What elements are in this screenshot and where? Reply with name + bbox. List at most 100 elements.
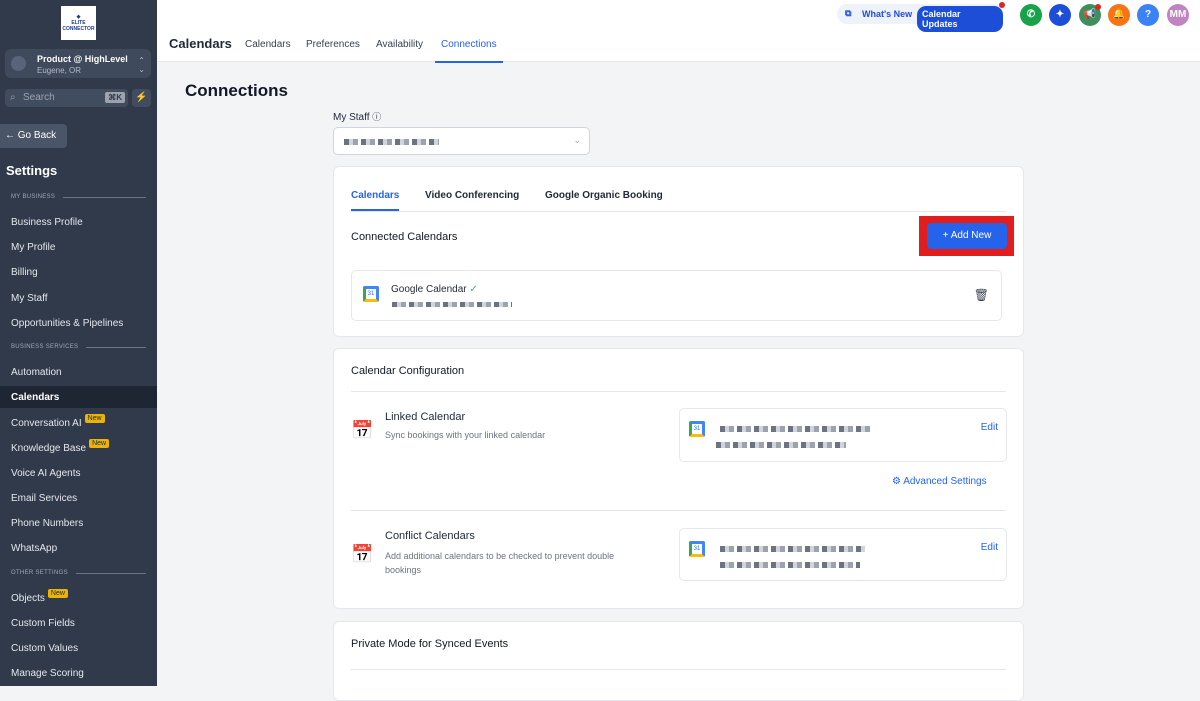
sidebar-item-label: My Staff	[11, 293, 48, 304]
check-icon: ✓	[469, 284, 478, 295]
bell-icon[interactable]: 🔔	[1108, 4, 1130, 26]
linked-calendar-box: 31 Edit	[679, 408, 1007, 462]
trash-icon[interactable]: 🗑	[974, 288, 989, 302]
sidebar-item-label: WhatsApp	[11, 543, 58, 554]
sidebar-item-phone-numbers[interactable]: Phone Numbers	[0, 512, 157, 534]
phone-icon[interactable]: ✆	[1020, 4, 1042, 26]
search-placeholder: Search	[23, 92, 55, 103]
add-new-button[interactable]: + Add New	[927, 223, 1007, 249]
google-calendar-connection: 31 Google Calendar ✓ 🗑	[351, 270, 1002, 321]
edit-linked-calendar-link[interactable]: Edit	[981, 422, 998, 433]
whats-new-button[interactable]: ⧉ What's New Calendar Updates	[837, 2, 1005, 32]
chevron-down-icon: ⌄	[573, 135, 581, 145]
sidebar-item-label: My Profile	[11, 242, 56, 253]
sidebar-item-label: Voice AI Agents	[11, 468, 81, 479]
sidebar-item-conversation-ai[interactable]: Conversation AI New	[0, 412, 157, 434]
redacted-email	[392, 302, 512, 307]
sidebar-item-business-profile[interactable]: Business Profile	[0, 211, 157, 233]
google-calendar-icon: 31	[689, 421, 705, 437]
redacted-calendar	[720, 546, 865, 552]
new-badge: New	[47, 589, 68, 598]
google-calendar-icon: 31	[689, 541, 705, 557]
user-avatar[interactable]: MM	[1167, 4, 1189, 26]
tab-video-conferencing[interactable]: Video Conferencing	[425, 190, 519, 201]
sidebar-item-label: Phone Numbers	[11, 518, 84, 529]
divider	[351, 510, 1006, 511]
sidebar-item-label: Business Profile	[11, 217, 83, 228]
staff-select[interactable]: ⌄	[333, 127, 590, 155]
calendar-star-icon: 📅	[351, 420, 374, 440]
sidebar-item-label: Manage Scoring	[11, 668, 84, 679]
edit-conflict-calendar-link[interactable]: Edit	[981, 542, 998, 553]
conflict-calendars-desc: Add additional calendars to be checked t…	[385, 551, 615, 575]
new-badge: New	[89, 439, 110, 448]
announcement-icon: ⧉	[845, 8, 852, 18]
sidebar-item-my-profile[interactable]: My Profile	[0, 236, 157, 258]
linked-calendar-title: Linked Calendar	[385, 411, 466, 423]
sidebar-item-objects[interactable]: Objects New	[0, 587, 157, 609]
page-title: Connections	[185, 81, 288, 100]
sidebar-item-label: Automation	[11, 367, 62, 378]
ai-sparkle-icon[interactable]: ✦	[1049, 4, 1071, 26]
notification-dot	[999, 2, 1005, 8]
sidebar-item-custom-fields[interactable]: Custom Fields	[0, 612, 157, 634]
help-icon[interactable]: ?	[1137, 4, 1159, 26]
megaphone-icon[interactable]: 📢	[1079, 4, 1101, 26]
google-calendar-icon: 31	[363, 286, 379, 302]
new-badge: New	[84, 414, 105, 423]
search-input[interactable]: ⌕ Search ⌘K	[5, 89, 128, 107]
whats-new-label: What's New	[862, 9, 913, 19]
sidebar-item-label: Billing	[11, 267, 38, 278]
section-business-services: BUSINESS SERVICES	[11, 344, 146, 350]
sidebar-item-label: Opportunities & Pipelines	[11, 318, 124, 329]
divider	[351, 391, 1006, 392]
sidebar-item-my-staff[interactable]: My Staff	[0, 287, 157, 309]
go-back-label: Go Back	[17, 130, 57, 141]
tab-connections[interactable]: Connections	[435, 39, 503, 63]
conflict-calendars-title: Conflict Calendars	[385, 530, 475, 542]
section-my-business: MY BUSINESS	[11, 194, 146, 200]
quick-action-bolt-icon[interactable]: ⚡	[132, 89, 151, 107]
tab-preferences[interactable]: Preferences	[306, 39, 360, 50]
advanced-settings-link[interactable]: ⚙ Advanced Settings	[892, 476, 987, 487]
sidebar-item-whatsapp[interactable]: WhatsApp	[0, 537, 157, 559]
divider	[351, 669, 1006, 670]
sidebar-item-manage-scoring[interactable]: Manage Scoring	[0, 662, 157, 684]
sidebar-item-custom-values[interactable]: Custom Values	[0, 637, 157, 659]
connected-calendars-heading: Connected Calendars	[351, 231, 458, 243]
sidebar-item-label: Objects	[11, 593, 45, 604]
account-name: Product @ HighLevel	[37, 54, 128, 64]
calendar-arrow-icon: 📅	[351, 544, 374, 564]
my-staff-label: My Staff ⓘ	[333, 110, 381, 123]
sidebar-item-email-services[interactable]: Email Services	[0, 487, 157, 509]
divider	[351, 211, 1006, 212]
sidebar-item-label: Knowledge Base	[11, 443, 87, 454]
top-bar: Calendars Calendars Preferences Availabi…	[157, 0, 1200, 63]
sidebar-item-billing[interactable]: Billing	[0, 261, 157, 283]
tab-google-organic-booking[interactable]: Google Organic Booking	[545, 190, 663, 201]
redacted-calendar	[720, 426, 870, 432]
sidebar-item-opportunities-pipelines[interactable]: Opportunities & Pipelines	[0, 312, 157, 334]
add-new-highlight: + Add New	[919, 216, 1014, 256]
conflict-calendar-box: 31 Edit	[679, 528, 1007, 581]
calendar-updates-badge[interactable]: Calendar Updates	[917, 6, 1003, 32]
location-icon	[11, 56, 26, 71]
go-back-button[interactable]: ← Go Back	[0, 124, 67, 148]
sidebar-item-knowledge-base[interactable]: Knowledge Base New	[0, 437, 157, 459]
tab-availability[interactable]: Availability	[376, 39, 423, 50]
tab-calendars-sub[interactable]: Calendars	[351, 190, 400, 211]
company-logo: ◆ ELITE CONNECTOR	[61, 6, 96, 40]
settings-title: Settings	[6, 163, 58, 178]
sidebar-item-label: Calendars	[11, 392, 60, 403]
sidebar-item-automation[interactable]: Automation	[0, 361, 157, 383]
sidebar: ◆ ELITE CONNECTOR Product @ HighLevel Euge…	[0, 0, 157, 686]
search-icon: ⌕	[10, 92, 16, 103]
sidebar-item-calendars[interactable]: Calendars	[0, 386, 157, 408]
sidebar-item-voice-ai-agents[interactable]: Voice AI Agents	[0, 462, 157, 484]
redacted-staff-name	[344, 139, 439, 145]
redacted-calendar-email	[716, 442, 846, 448]
my-staff-text: My Staff	[333, 112, 370, 123]
account-switcher[interactable]: Product @ HighLevel Eugene, OR ⌃ ⌄	[5, 49, 151, 78]
tab-calendars[interactable]: Calendars	[245, 39, 291, 50]
calendar-configuration-heading: Calendar Configuration	[351, 365, 465, 377]
